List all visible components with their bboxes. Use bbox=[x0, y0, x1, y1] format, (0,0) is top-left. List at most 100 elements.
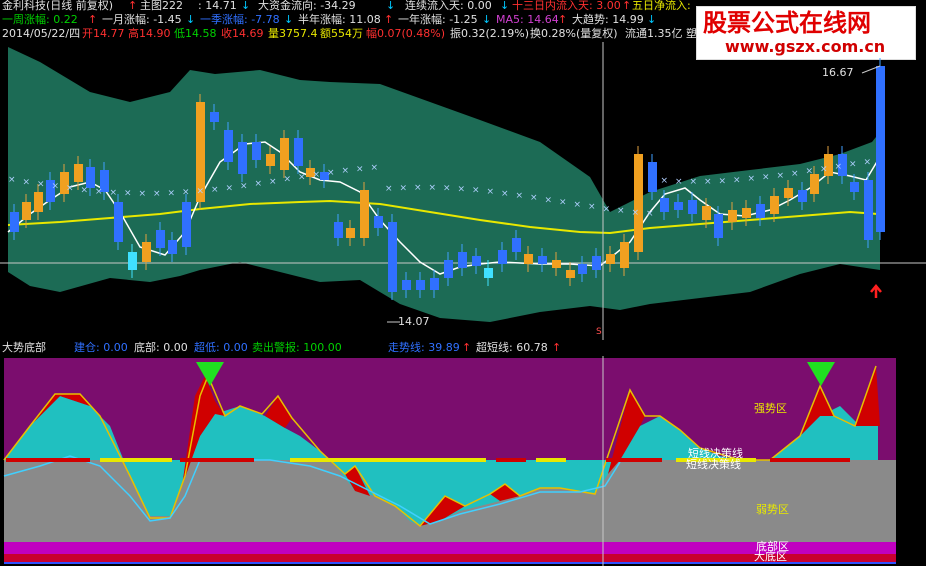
cross-marker: × bbox=[298, 172, 306, 182]
candle-body bbox=[660, 198, 669, 212]
cross-marker: × bbox=[110, 188, 118, 198]
down-arrow-icon: ↓ bbox=[386, 0, 396, 12]
cross-marker: × bbox=[617, 206, 625, 216]
cursor-marker: S bbox=[596, 327, 602, 337]
red-up-arrow-icon bbox=[870, 284, 882, 298]
candle-body bbox=[538, 256, 547, 264]
candle-body bbox=[34, 192, 43, 212]
cross-marker: × bbox=[748, 174, 756, 184]
cross-marker: × bbox=[704, 177, 712, 187]
candle-body bbox=[182, 202, 191, 247]
low-price: 低14.58 bbox=[174, 27, 217, 40]
candle-body bbox=[346, 228, 355, 238]
candle-body bbox=[810, 174, 819, 194]
candle-body bbox=[334, 222, 343, 238]
amount: 额554万 bbox=[320, 27, 363, 40]
main-indicator-name[interactable]: 主图222 bbox=[140, 0, 183, 12]
candle-body bbox=[512, 238, 521, 252]
candle-body bbox=[606, 254, 615, 264]
candle-body bbox=[784, 188, 793, 198]
cross-marker: × bbox=[197, 187, 205, 197]
low-price-label: 14.07 bbox=[398, 315, 430, 328]
build-position: 建仓: 0.00 bbox=[74, 341, 128, 354]
close-price: 收14.69 bbox=[221, 27, 264, 40]
candle-body bbox=[266, 154, 275, 166]
cross-marker: × bbox=[356, 164, 364, 174]
cross-marker: × bbox=[269, 177, 277, 187]
thirteen-day-inflow: 十三日内流入天: 3.00 bbox=[512, 0, 621, 12]
trend-line-value: 走势线: 39.89 bbox=[388, 341, 460, 354]
candle-body bbox=[22, 202, 31, 220]
candle-body bbox=[552, 260, 561, 268]
cross-marker: × bbox=[835, 162, 843, 172]
up-arrow-icon: ↑ bbox=[128, 0, 138, 12]
cross-marker: × bbox=[139, 189, 147, 199]
cross-marker: × bbox=[371, 163, 379, 173]
capital-flow: 大资金流向: -34.29 bbox=[258, 0, 356, 12]
cross-marker: × bbox=[849, 160, 857, 170]
cross-marker: × bbox=[501, 189, 509, 199]
candle-body bbox=[10, 212, 19, 232]
continuous-inflow: 连续流入天: 0.00 bbox=[405, 0, 492, 12]
candle-body bbox=[388, 222, 397, 292]
candle-body bbox=[756, 204, 765, 218]
candle-body bbox=[458, 252, 467, 268]
cross-marker: × bbox=[603, 204, 611, 214]
candle-body bbox=[484, 268, 493, 278]
cross-marker: × bbox=[385, 184, 393, 194]
candle-body bbox=[128, 252, 137, 270]
cross-marker: × bbox=[690, 177, 698, 187]
candle-body bbox=[498, 250, 507, 264]
cross-marker: × bbox=[313, 170, 321, 180]
quarter-change: 一季涨幅: -7.78 bbox=[200, 13, 280, 26]
week-change: 一周涨幅: 0.22 bbox=[2, 13, 78, 26]
cross-marker: × bbox=[168, 189, 176, 199]
sub-indicator-title[interactable]: 大势底部 bbox=[2, 342, 46, 354]
candle-body bbox=[224, 130, 233, 162]
five-day-net-inflow: 五日净流入: bbox=[632, 0, 691, 12]
sub-indicator-chart[interactable] bbox=[0, 356, 926, 566]
cross-marker: × bbox=[806, 167, 814, 177]
candle-body bbox=[524, 254, 533, 264]
candle-body bbox=[850, 182, 859, 192]
quote-date: 2014/05/22/四 bbox=[2, 27, 81, 40]
big-bottom-zone-label: 大底区 bbox=[754, 550, 787, 563]
cross-marker: × bbox=[52, 182, 60, 192]
cross-marker: × bbox=[864, 157, 872, 167]
price-chart[interactable]: × × × × × × × × × × × × × × × × × × × × × × × × × × × × × × × × × × × × × × × ×… bbox=[0, 42, 926, 340]
cross-marker: × bbox=[516, 191, 524, 201]
cross-marker: × bbox=[327, 168, 335, 178]
candle-body bbox=[252, 142, 261, 160]
float-shares: 流通1.35亿 塑 bbox=[625, 27, 697, 40]
cross-marker: × bbox=[414, 183, 422, 193]
down-arrow-icon: ↓ bbox=[647, 13, 657, 26]
cross-marker: × bbox=[153, 189, 161, 199]
candle-body bbox=[728, 210, 737, 222]
half-year-change: 半年涨幅: 11.08 bbox=[298, 13, 381, 26]
big-trend: 大趋势: 14.99 bbox=[572, 13, 644, 26]
candle-body bbox=[648, 162, 657, 192]
candle-body bbox=[210, 112, 219, 122]
candle-body bbox=[238, 142, 247, 174]
candle-body bbox=[742, 208, 751, 218]
super-short-value: 超短线: 60.78 bbox=[476, 341, 548, 354]
candle-body bbox=[876, 66, 885, 232]
candle-body bbox=[472, 256, 481, 266]
stock-name[interactable]: 金利科技(日线 前复权) bbox=[2, 0, 113, 12]
down-arrow-icon: ↓ bbox=[500, 0, 510, 12]
candle-body bbox=[620, 242, 629, 268]
cross-marker: × bbox=[791, 169, 799, 179]
candle-body bbox=[714, 214, 723, 238]
cross-marker: × bbox=[588, 202, 596, 212]
cross-marker: × bbox=[777, 171, 785, 181]
candle-body bbox=[798, 190, 807, 202]
cross-marker: × bbox=[226, 183, 234, 193]
up-arrow-icon: ↑ bbox=[552, 341, 562, 354]
cross-marker: × bbox=[545, 195, 553, 205]
cross-marker: × bbox=[81, 185, 89, 195]
candle-body bbox=[168, 240, 177, 254]
stock-chart-window: 金利科技(日线 前复权) ↑ 主图222 : 14.71 ↓ 大资金流向: -3… bbox=[0, 0, 926, 566]
cross-marker: × bbox=[458, 184, 466, 194]
super-low-value: 超低: 0.00 bbox=[194, 341, 248, 354]
cross-marker: × bbox=[284, 175, 292, 185]
